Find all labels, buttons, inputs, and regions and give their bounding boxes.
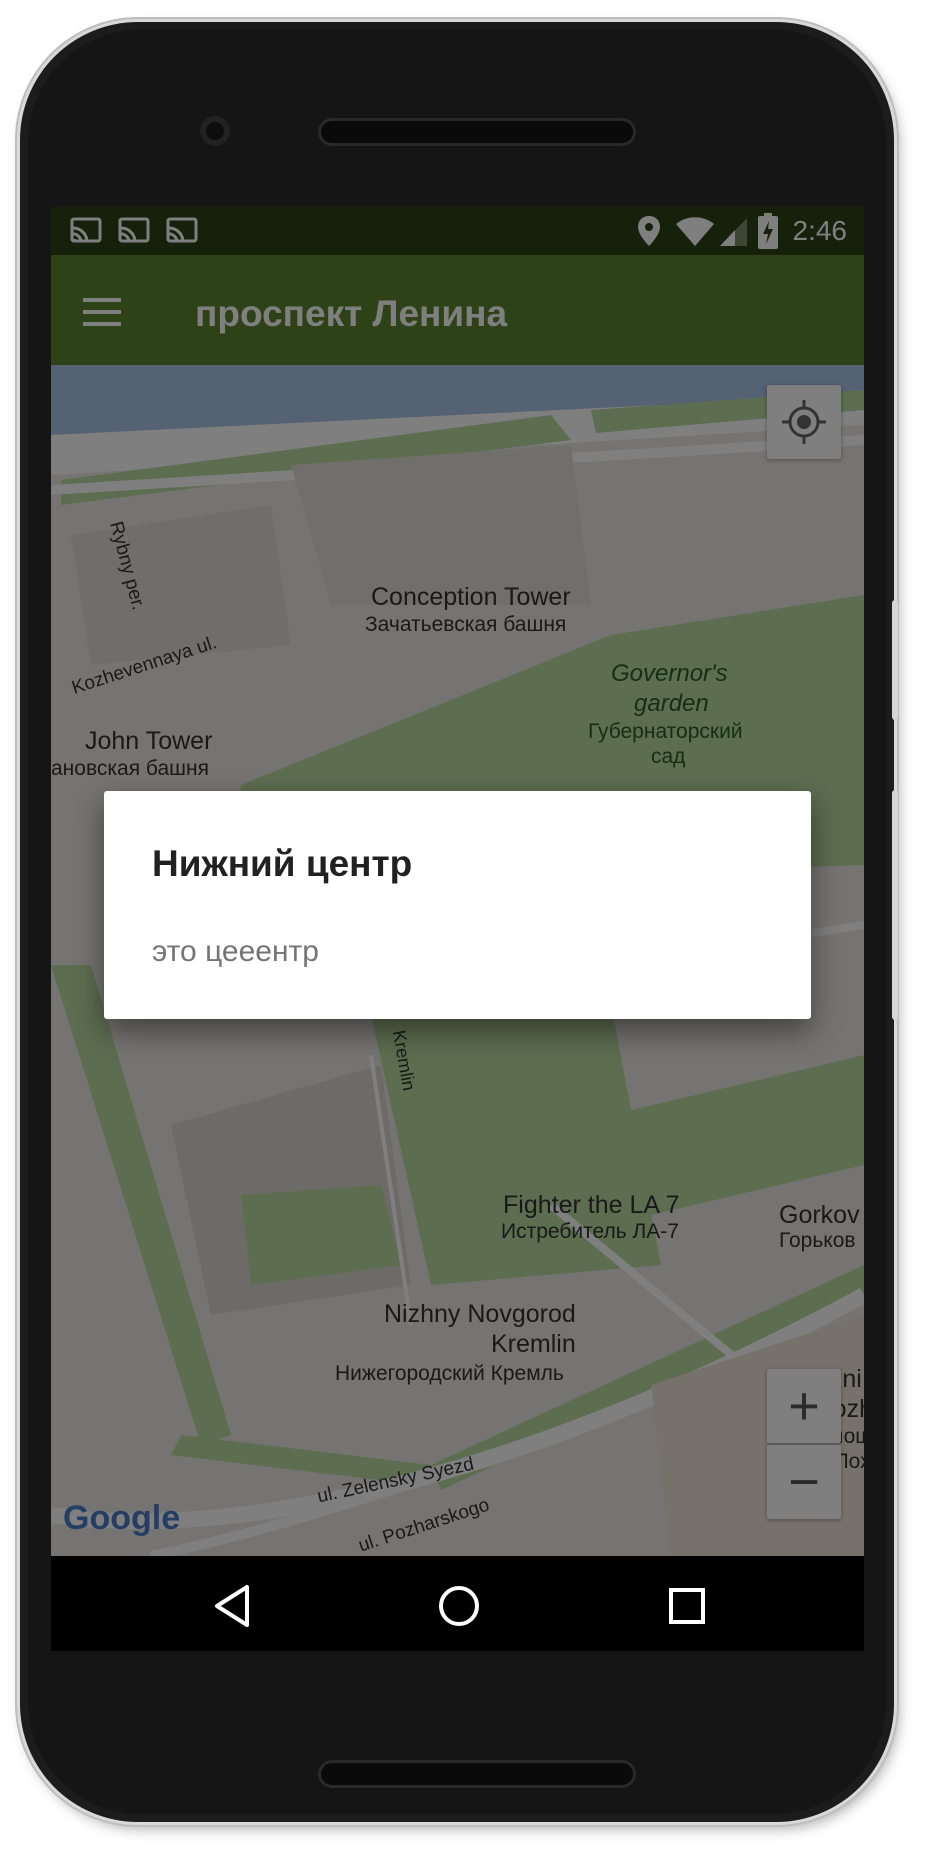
device-screen: Conception Tower Зачатьевская башня Gove…: [51, 207, 864, 1651]
home-button[interactable]: [427, 1574, 491, 1638]
recents-icon: [669, 1588, 705, 1624]
volume-button: [892, 790, 898, 1020]
home-icon: [439, 1586, 479, 1626]
dialog-message: это цеeентр: [152, 935, 319, 968]
recents-button[interactable]: [655, 1574, 719, 1638]
alert-dialog: Нижний центр это цеeентр: [104, 791, 811, 1019]
back-button[interactable]: [201, 1574, 265, 1638]
dialog-title: Нижний центр: [152, 843, 413, 884]
navigation-bar: [51, 1556, 864, 1651]
front-camera: [200, 116, 230, 146]
power-button: [892, 600, 898, 720]
top-speaker: [318, 118, 636, 146]
back-icon: [215, 1585, 249, 1627]
bottom-speaker: [318, 1760, 636, 1788]
